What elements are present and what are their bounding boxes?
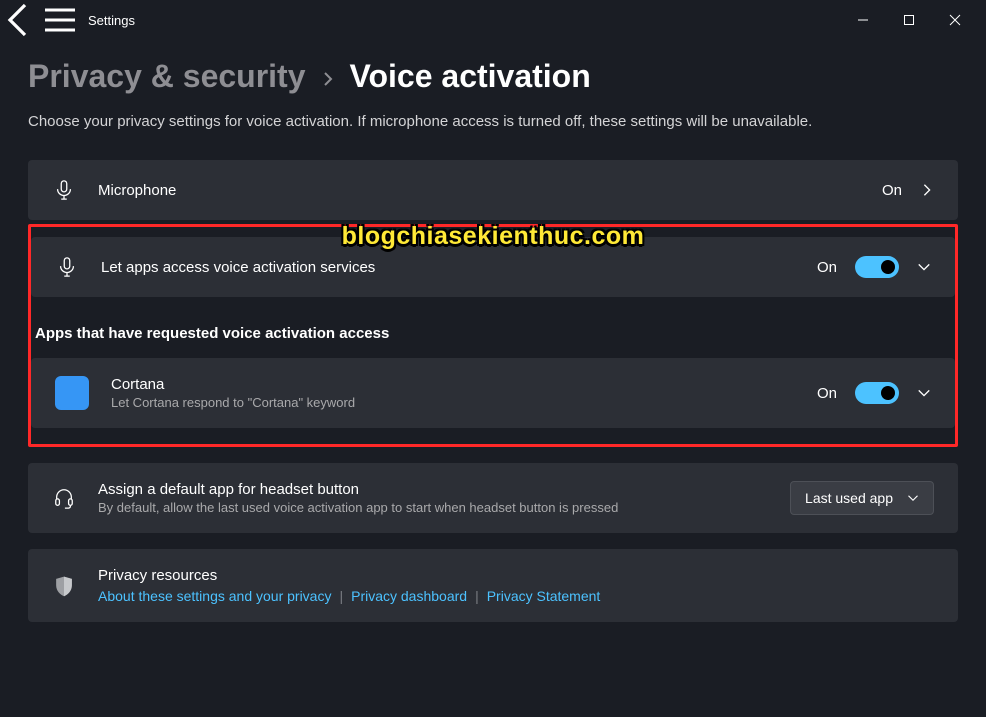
headset-select-label: Last used app (805, 490, 893, 506)
microphone-icon (52, 178, 76, 202)
page-description: Choose your privacy settings for voice a… (28, 113, 958, 130)
chevron-down-icon (917, 260, 931, 274)
microphone-icon (55, 255, 79, 279)
breadcrumb-parent[interactable]: Privacy & security (28, 58, 306, 95)
chevron-right-icon (320, 66, 336, 94)
microphone-status: On (882, 182, 902, 199)
cortana-app-icon (55, 376, 89, 410)
voice-access-status: On (817, 259, 837, 276)
resources-title: Privacy resources (98, 567, 934, 584)
chevron-down-icon (917, 386, 931, 400)
app-title: Settings (88, 13, 135, 28)
voice-access-row[interactable]: Let apps access voice activation service… (31, 237, 955, 297)
microphone-label: Microphone (98, 182, 860, 199)
cortana-status: On (817, 385, 837, 402)
minimize-button[interactable] (840, 0, 886, 40)
headset-row[interactable]: Assign a default app for headset button … (28, 463, 958, 533)
cortana-title: Cortana (111, 376, 795, 393)
page-title: Voice activation (350, 58, 591, 95)
link-about-settings[interactable]: About these settings and your privacy (98, 588, 331, 604)
highlighted-section: Let apps access voice activation service… (28, 224, 958, 447)
back-button[interactable] (0, 0, 40, 40)
cortana-sub: Let Cortana respond to "Cortana" keyword (111, 395, 795, 410)
apps-section-heading: Apps that have requested voice activatio… (35, 325, 955, 342)
privacy-resources-row[interactable]: Privacy resources About these settings a… (28, 549, 958, 622)
voice-access-label: Let apps access voice activation service… (101, 259, 795, 276)
voice-access-toggle[interactable] (855, 256, 899, 278)
chevron-right-icon (920, 183, 934, 197)
resources-links: About these settings and your privacy | … (98, 588, 934, 604)
link-privacy-dashboard[interactable]: Privacy dashboard (351, 588, 467, 604)
chevron-down-icon (907, 492, 919, 504)
cortana-row[interactable]: Cortana Let Cortana respond to "Cortana"… (31, 358, 955, 428)
maximize-button[interactable] (886, 0, 932, 40)
link-privacy-statement[interactable]: Privacy Statement (487, 588, 601, 604)
breadcrumb: Privacy & security Voice activation (28, 58, 958, 95)
microphone-row[interactable]: Microphone On (28, 160, 958, 220)
headset-icon (52, 486, 76, 510)
headset-sub: By default, allow the last used voice ac… (98, 500, 768, 515)
cortana-toggle[interactable] (855, 382, 899, 404)
titlebar (0, 0, 986, 40)
headset-title: Assign a default app for headset button (98, 481, 768, 498)
shield-icon (52, 574, 76, 598)
hamburger-menu-button[interactable] (40, 0, 80, 40)
headset-select[interactable]: Last used app (790, 481, 934, 515)
close-button[interactable] (932, 0, 978, 40)
